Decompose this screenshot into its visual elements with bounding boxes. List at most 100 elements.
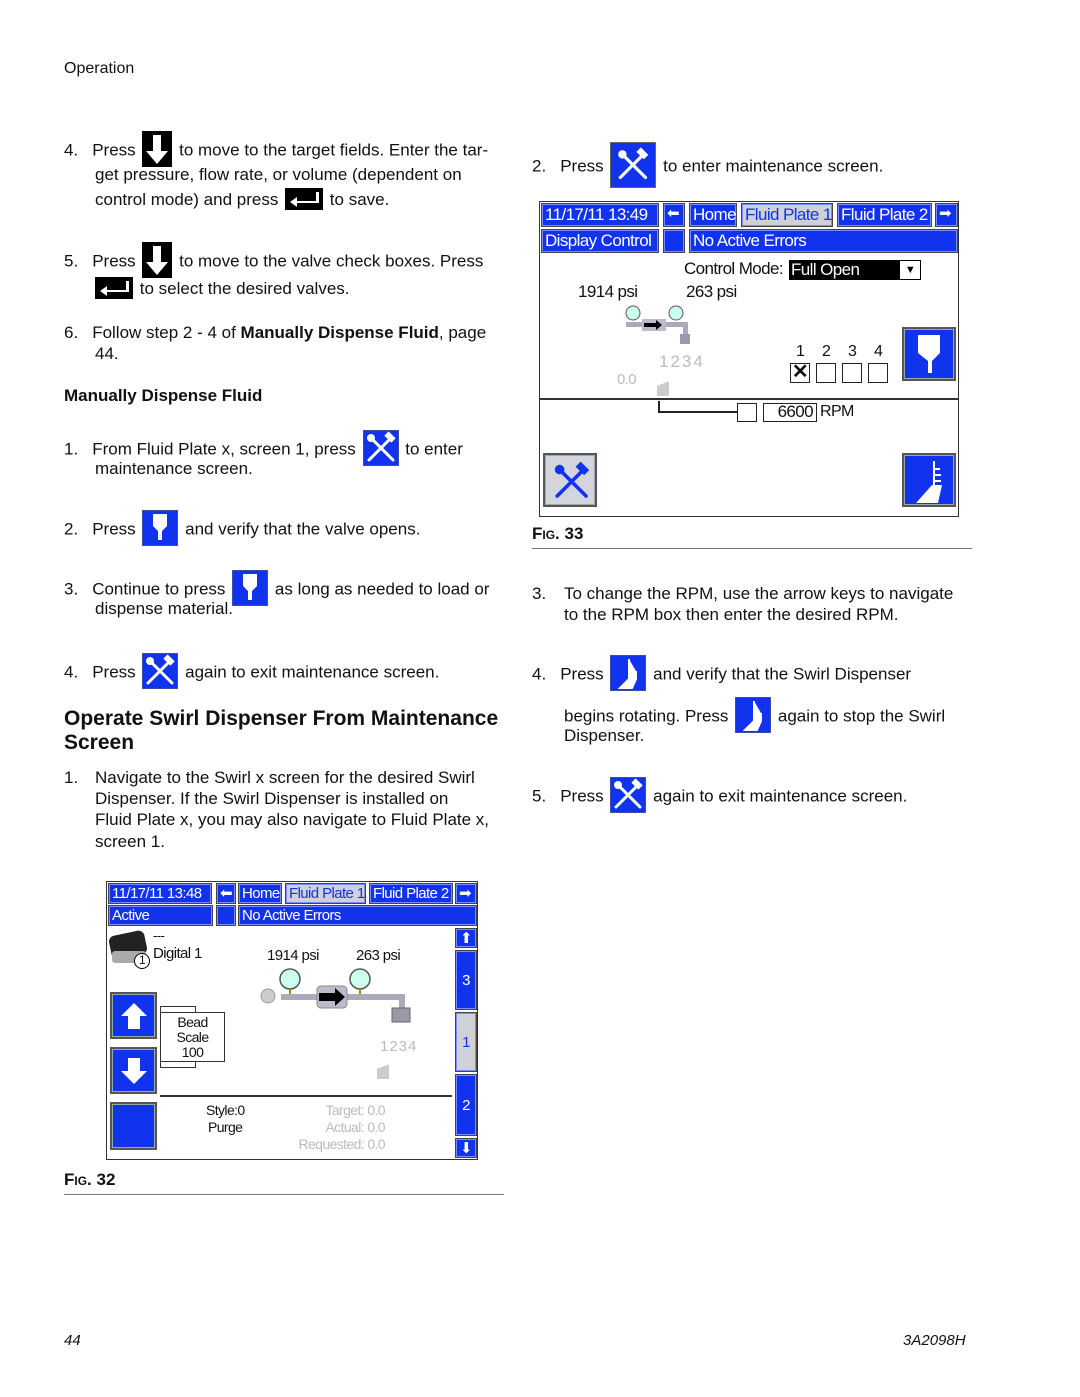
- mode-value: Purge: [208, 1119, 243, 1135]
- text: to move to the target fields. Enter the …: [179, 140, 489, 160]
- down-arrow-key-icon: [142, 131, 173, 167]
- text: to save.: [329, 190, 390, 209]
- chevron-down-icon: ▼: [900, 261, 920, 279]
- side-tab-2[interactable]: 2: [455, 1074, 477, 1136]
- fig33-rule: [532, 548, 972, 549]
- inlet-pressure: 1914 psi: [578, 282, 638, 301]
- side-tab-1[interactable]: 1: [455, 1012, 477, 1072]
- text: again to stop the Swirl: [777, 706, 946, 726]
- page-number: 44: [64, 1332, 81, 1349]
- step-4-line-3: control mode) and press to save.: [95, 187, 390, 212]
- step-number: 4.: [64, 140, 79, 160]
- valve-number: 2: [822, 343, 831, 360]
- rpm-unit: RPM: [820, 403, 854, 420]
- bead-scale-box[interactable]: Bead Scale 100: [160, 1012, 225, 1062]
- step-6-line-2: 44.: [95, 344, 119, 363]
- step-number: 4.: [532, 664, 547, 684]
- side-tab-3[interactable]: 3: [455, 950, 477, 1010]
- maintenance-icon: [362, 430, 399, 466]
- link-reference: Manually Dispense Fluid: [240, 323, 439, 342]
- valves-label: 1234: [659, 352, 705, 371]
- maintenance-icon: [142, 653, 179, 689]
- maintenance-icon: [610, 142, 657, 188]
- step-5-line-1: 5. Press to move to the valve check boxes…: [64, 242, 483, 280]
- down-button[interactable]: [110, 1047, 157, 1094]
- swirl-gray-icon: [657, 376, 669, 396]
- control-mode-select[interactable]: Full Open ▼: [789, 260, 921, 280]
- valve-checkbox-2[interactable]: [816, 363, 836, 383]
- step-number: 5.: [532, 786, 547, 806]
- step-number: 6.: [64, 323, 79, 342]
- maintenance-button[interactable]: [110, 1102, 157, 1150]
- error-status: No Active Errors: [689, 229, 958, 253]
- fig-number: 33: [564, 524, 584, 543]
- step-number: 2.: [64, 519, 79, 539]
- datetime: 11/17/11 13:49: [541, 203, 659, 227]
- step-number: 1.: [64, 768, 79, 787]
- fig-label: Fig.: [532, 524, 560, 543]
- bead-scale-value: 100: [181, 1044, 204, 1060]
- swirl-button[interactable]: [902, 453, 956, 507]
- dispense-valve-icon: [232, 570, 269, 606]
- fig33-screen: 11/17/11 13:49 ⬅ Home Fluid Plate 1 Flui…: [539, 201, 959, 517]
- up-arrow-icon: [119, 1001, 149, 1036]
- tab-fluid-plate-1[interactable]: Fluid Plate 1: [741, 203, 833, 227]
- flow-value: 0.0: [617, 371, 637, 388]
- md-step-4: 4. Press again to exit maintenance screen…: [64, 653, 439, 691]
- sw-step-1-line: Fluid Plate x, you may also navigate to …: [95, 810, 490, 829]
- sw-step-1-line: Dispenser. If the Swirl Dispenser is ins…: [95, 789, 449, 808]
- text: Press: [92, 662, 136, 682]
- tab-fluid-plate-2[interactable]: Fluid Plate 2: [369, 883, 453, 904]
- scroll-up-arrow-icon[interactable]: ⬆: [455, 928, 477, 948]
- outlet-pressure: 263 psi: [686, 282, 737, 301]
- outlet-pressure: 263 psi: [356, 947, 401, 964]
- nav-left-arrow-icon[interactable]: ⬅: [216, 883, 236, 904]
- nav-right-arrow-icon[interactable]: ➡: [455, 883, 477, 904]
- text: Press: [560, 786, 604, 806]
- section-header: Operation: [64, 60, 135, 77]
- r-step-3-line: To change the RPM, use the arrow keys to…: [564, 584, 954, 603]
- text: begins rotating. Press: [564, 706, 729, 726]
- style-value: Style:0: [206, 1102, 245, 1118]
- text: Press: [92, 251, 136, 271]
- up-button[interactable]: [110, 992, 157, 1039]
- valve-number: 4: [874, 343, 883, 360]
- enter-key-icon: [285, 187, 324, 210]
- step-number: 5.: [64, 251, 79, 271]
- tab-fluid-plate-1[interactable]: Fluid Plate 1: [285, 883, 366, 904]
- maintenance-icon: [550, 460, 592, 507]
- fig32-screen: 11/17/11 13:48 ⬅ Home Fluid Plate 1 Flui…: [106, 881, 478, 1160]
- maintenance-button[interactable]: [543, 453, 597, 507]
- scroll-down-arrow-icon[interactable]: ⬇: [455, 1138, 477, 1158]
- actual-value: Actual: 0.0: [325, 1119, 385, 1135]
- fig-label: Fig.: [64, 1170, 92, 1189]
- text: Press: [92, 140, 136, 160]
- tab-fluid-plate-2[interactable]: Fluid Plate 2: [837, 203, 932, 227]
- r-step-3-line: to the RPM box then enter the desired RP…: [564, 605, 899, 624]
- tab-home[interactable]: Home: [689, 203, 737, 227]
- md-step-3-line-2: dispense material.: [95, 599, 233, 618]
- nav-right-arrow-icon[interactable]: ➡: [935, 203, 958, 227]
- system-status: Active: [108, 905, 213, 926]
- valve-checkbox-3[interactable]: [842, 363, 862, 383]
- dispense-button[interactable]: [902, 327, 956, 381]
- section-heading-cont: Screen: [64, 731, 135, 754]
- text: to select the desired valves.: [139, 279, 350, 298]
- sw-step-1-line: screen 1.: [95, 832, 165, 851]
- flow-diagram-icon: [624, 304, 696, 355]
- step-6-line-1: 6. Follow step 2 - 4 of Manually Dispense…: [64, 322, 486, 344]
- md-step-1-line-2: maintenance screen.: [95, 459, 253, 478]
- text: and verify that the valve opens.: [185, 519, 421, 539]
- tab-home[interactable]: Home: [238, 883, 282, 904]
- status-blank: [663, 229, 685, 253]
- text: to enter: [405, 439, 463, 459]
- dispense-valve-icon: [916, 333, 944, 382]
- swirl-enable-checkbox[interactable]: [737, 403, 757, 422]
- valve-checkbox-1[interactable]: ✕: [790, 362, 810, 383]
- valve-checkbox-4[interactable]: [868, 363, 888, 383]
- target-value: Target: 0.0: [325, 1102, 385, 1118]
- valves-label: 1234: [380, 1038, 418, 1055]
- nav-left-arrow-icon[interactable]: ⬅: [663, 203, 685, 227]
- rpm-input[interactable]: 6600: [763, 403, 817, 422]
- swirl-dispenser-icon: [610, 655, 647, 691]
